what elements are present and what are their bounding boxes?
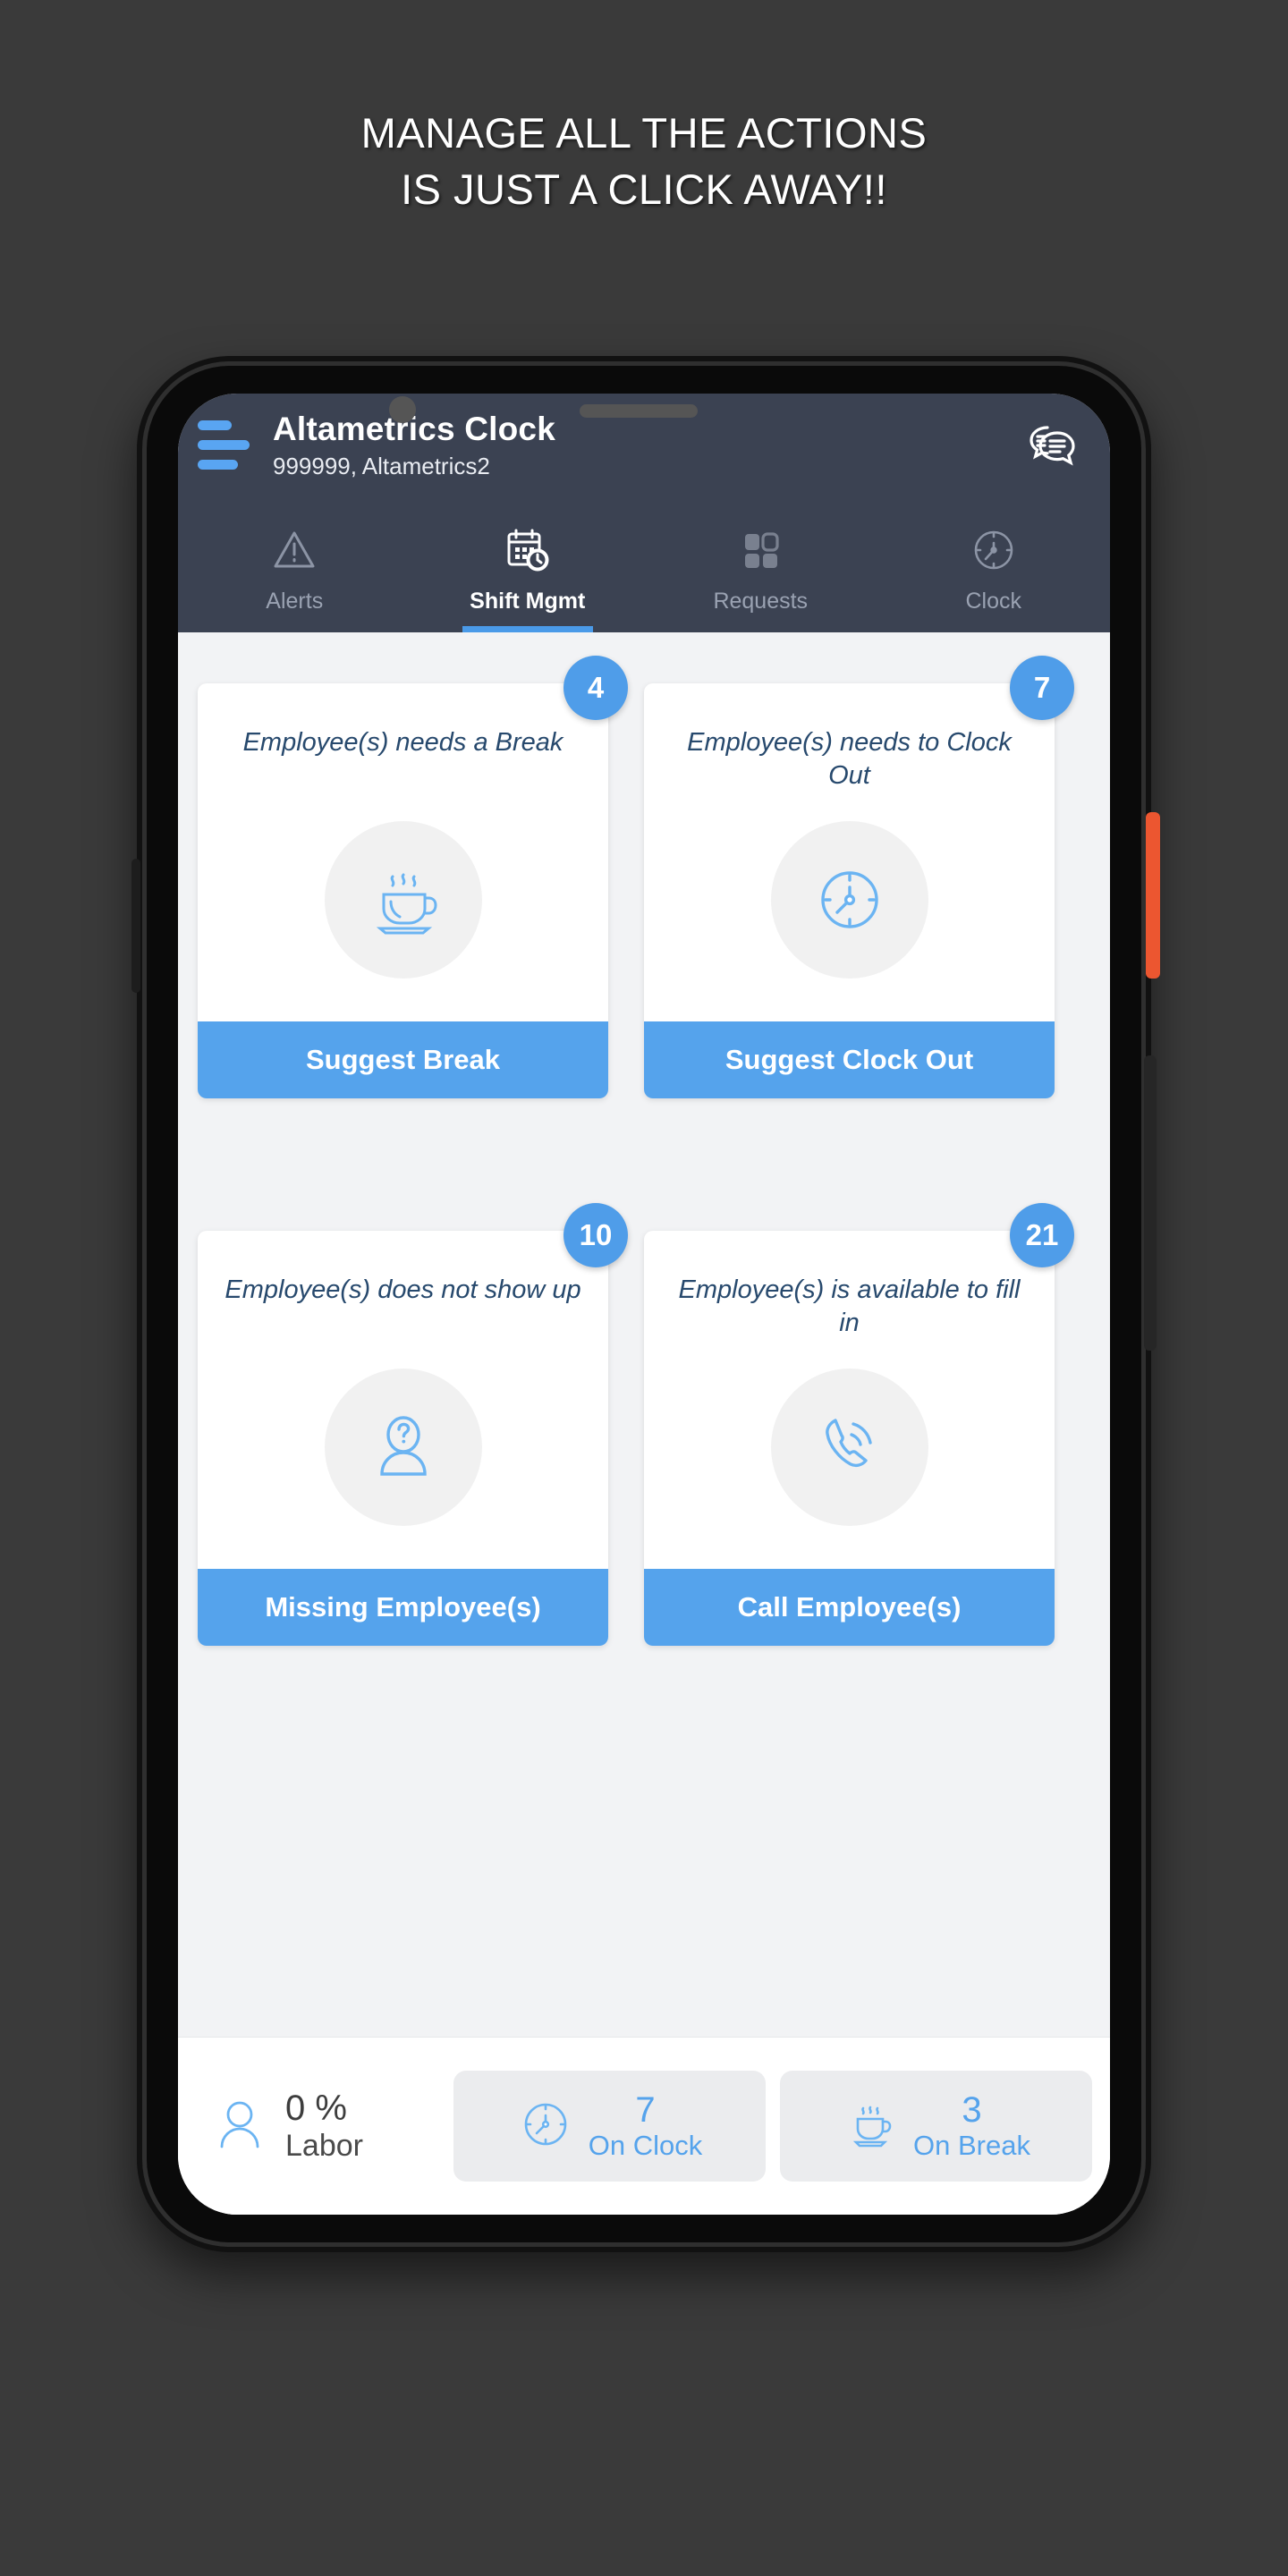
calendar-clock-icon: [502, 521, 554, 579]
clock-icon: [770, 821, 928, 979]
clock-icon: [517, 2096, 574, 2157]
suggest-clock-out-button[interactable]: Suggest Clock Out: [644, 1021, 1055, 1098]
tab-alerts[interactable]: Alerts: [178, 496, 411, 632]
card-text: Employee(s) does not show up: [225, 1275, 581, 1304]
card-badge: 21: [1010, 1203, 1074, 1267]
labor-label: Labor: [285, 2129, 363, 2164]
tab-shift-mgmt[interactable]: Shift Mgmt: [411, 496, 645, 632]
card-missing-employees[interactable]: Employee(s) does not show up Missing Emp…: [198, 1203, 628, 1646]
person-icon: [210, 2095, 269, 2158]
clock-icon: [969, 521, 1019, 579]
hamburger-icon[interactable]: [198, 420, 253, 470]
card-content: Employee(s) does not show up: [198, 1231, 608, 1569]
app-screen: Altametrics Clock 999999, Altametrics2 A…: [178, 394, 1110, 2215]
tab-label-clock: Clock: [965, 589, 1021, 614]
card-suggest-break[interactable]: Employee(s) needs a Break Suggest Break …: [198, 656, 628, 1098]
on-clock-label: On Clock: [588, 2130, 703, 2162]
tab-label-alerts: Alerts: [266, 589, 324, 614]
card-text: Employee(s) is available to fill in: [678, 1275, 1021, 1338]
coffee-cup-icon: [324, 821, 482, 979]
labor-percent: 0 %: [285, 2089, 347, 2129]
card-content: Employee(s) is available to fill in: [644, 1231, 1055, 1569]
on-break-count: 3: [962, 2090, 982, 2131]
card-content: Employee(s) needs a Break: [198, 683, 608, 1021]
header-titles: Altametrics Clock 999999, Altametrics2: [273, 411, 1022, 480]
hamburger-bar-2: [198, 440, 250, 450]
hamburger-bar-3: [198, 460, 238, 470]
on-break-label: On Break: [913, 2130, 1030, 2162]
person-question-icon: [324, 1368, 482, 1526]
suggest-break-button[interactable]: Suggest Break: [198, 1021, 608, 1098]
tab-label-shift-mgmt: Shift Mgmt: [470, 589, 586, 614]
call-employees-button[interactable]: Call Employee(s): [644, 1569, 1055, 1646]
action-card-grid: Employee(s) needs a Break Suggest Break …: [178, 632, 1110, 1646]
on-clock-chip[interactable]: 7 On Clock: [453, 2071, 766, 2182]
chat-bubbles-icon[interactable]: [1022, 417, 1080, 474]
phone-call-icon: [770, 1368, 928, 1526]
card-text: Employee(s) needs a Break: [242, 728, 564, 757]
tab-label-requests: Requests: [713, 589, 809, 614]
labor-texts: 0 % Labor: [285, 2088, 363, 2164]
card-body-suggest-break[interactable]: Employee(s) needs a Break Suggest Break: [198, 683, 608, 1098]
main-content: Employee(s) needs a Break Suggest Break …: [178, 632, 1110, 2037]
tab-clock[interactable]: Clock: [877, 496, 1111, 632]
promo-line-2: IS JUST A CLICK AWAY!!: [401, 165, 887, 213]
on-break-texts: 3 On Break: [913, 2090, 1030, 2162]
card-body-suggest-clock-out[interactable]: Employee(s) needs to Clock Out Suggest C…: [644, 683, 1055, 1098]
card-suggest-clock-out[interactable]: Employee(s) needs to Clock Out Suggest C…: [644, 656, 1074, 1098]
card-badge: 4: [564, 656, 628, 720]
grid-squares-icon: [735, 521, 785, 579]
promo-line-1: MANAGE ALL THE ACTIONS: [360, 109, 928, 157]
coffee-cup-icon: [842, 2096, 899, 2157]
card-call-employees[interactable]: Employee(s) is available to fill in Call…: [644, 1203, 1074, 1646]
bottom-status-bar: 0 % Labor 7 On Clock 3 On Break: [178, 2037, 1110, 2215]
card-body-call-employees[interactable]: Employee(s) is available to fill in Call…: [644, 1231, 1055, 1646]
card-text: Employee(s) needs to Clock Out: [687, 728, 1012, 791]
card-content: Employee(s) needs to Clock Out: [644, 683, 1055, 1021]
warning-triangle-icon: [269, 521, 319, 579]
on-clock-texts: 7 On Clock: [589, 2090, 702, 2162]
hamburger-bar-1: [198, 420, 232, 430]
missing-employees-button[interactable]: Missing Employee(s): [198, 1569, 608, 1646]
tab-bar: Alerts Shift Mgmt Requests Clock: [178, 496, 1110, 632]
card-badge: 10: [564, 1203, 628, 1267]
card-badge: 7: [1010, 656, 1074, 720]
promo-headline: MANAGE ALL THE ACTIONS IS JUST A CLICK A…: [0, 106, 1288, 217]
earpiece-speaker: [580, 404, 698, 418]
labor-stat[interactable]: 0 % Labor: [196, 2088, 439, 2164]
tab-requests[interactable]: Requests: [644, 496, 877, 632]
on-clock-count: 7: [635, 2090, 656, 2131]
on-break-chip[interactable]: 3 On Break: [780, 2071, 1092, 2182]
phone-screen-host: Altametrics Clock 999999, Altametrics2 A…: [137, 356, 1151, 2252]
card-body-missing-employees[interactable]: Employee(s) does not show up Missing Emp…: [198, 1231, 608, 1646]
app-subtitle: 999999, Altametrics2: [273, 452, 490, 479]
front-camera-icon: [389, 396, 416, 423]
